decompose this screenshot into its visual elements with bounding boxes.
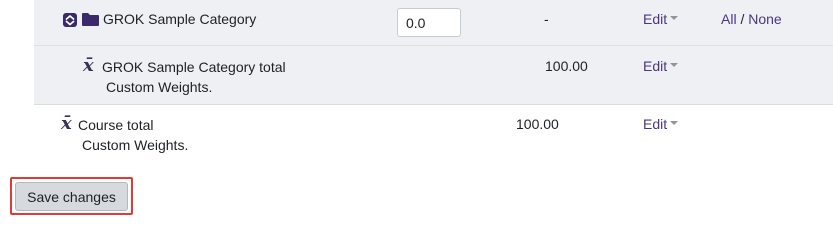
weight-input[interactable]	[397, 8, 461, 37]
row-divider	[34, 45, 833, 46]
select-links: All / None	[721, 11, 782, 27]
course-total-subtitle: Custom Weights.	[82, 137, 189, 153]
category-edit-menu[interactable]: Edit	[643, 11, 679, 27]
dropdown-caret-icon	[670, 63, 679, 67]
select-none-link[interactable]: None	[748, 11, 781, 27]
save-changes-button[interactable]: Save changes	[15, 182, 128, 211]
category-range: -	[544, 11, 549, 27]
category-total-subtitle: Custom Weights.	[106, 79, 213, 95]
collapse-toggle-icon[interactable]	[62, 12, 78, 28]
dropdown-caret-icon	[670, 121, 679, 125]
select-separator: /	[740, 11, 745, 27]
category-total-max-grade: 100.00	[545, 58, 588, 74]
mean-icon: x̄	[83, 55, 94, 76]
edit-label: Edit	[643, 58, 668, 74]
category-name: GROK Sample Category	[103, 11, 257, 27]
edit-label: Edit	[643, 116, 668, 132]
mean-icon: x̄	[61, 113, 72, 134]
course-total-max-grade: 100.00	[516, 116, 559, 132]
course-total-name: Course total	[78, 117, 154, 133]
category-total-name: GROK Sample Category total	[102, 59, 286, 75]
edit-label: Edit	[643, 11, 668, 27]
folder-icon	[82, 12, 99, 26]
category-total-edit-menu[interactable]: Edit	[643, 58, 679, 74]
course-total-edit-menu[interactable]: Edit	[643, 116, 679, 132]
dropdown-caret-icon	[670, 16, 679, 20]
select-all-link[interactable]: All	[721, 11, 737, 27]
